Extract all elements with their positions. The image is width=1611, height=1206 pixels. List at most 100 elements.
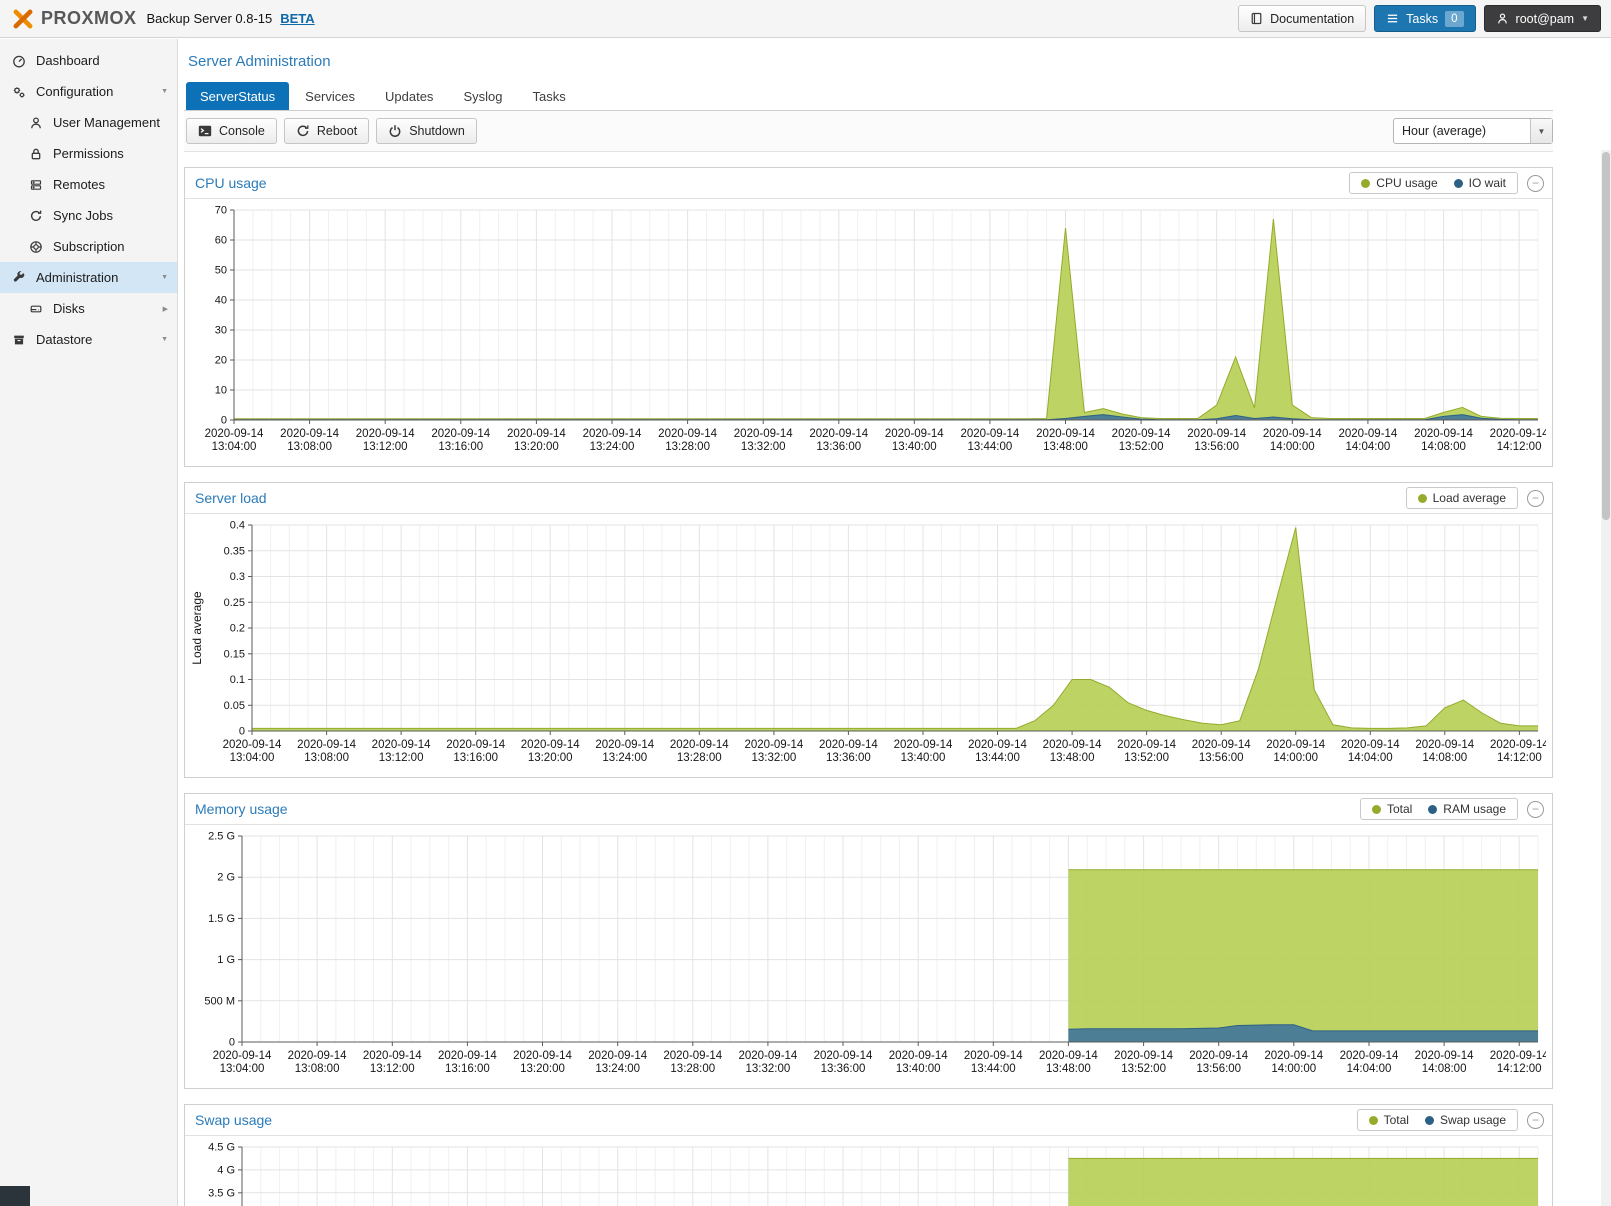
legend-item-load-average[interactable]: Load average xyxy=(1418,491,1506,505)
svg-text:2020-09-14: 2020-09-14 xyxy=(1189,1050,1248,1062)
support-icon xyxy=(28,240,44,254)
legend-item-cpu-usage[interactable]: CPU usage xyxy=(1361,176,1437,190)
svg-text:1 G: 1 G xyxy=(217,954,235,966)
legend-label: Swap usage xyxy=(1440,1113,1506,1127)
combo-trigger[interactable]: ▼ xyxy=(1530,119,1552,143)
sidebar-item-permissions[interactable]: Permissions xyxy=(0,138,177,169)
svg-text:14:00:00: 14:00:00 xyxy=(1271,1063,1316,1075)
panel-title: CPU usage xyxy=(195,175,267,191)
user-menu-button[interactable]: root@pam ▼ xyxy=(1484,5,1601,32)
sidebar-item-disks[interactable]: Disks ▶ xyxy=(0,293,177,324)
svg-text:13:56:00: 13:56:00 xyxy=(1196,1063,1241,1075)
sidebar-item-label: Configuration xyxy=(36,84,113,99)
svg-text:13:32:00: 13:32:00 xyxy=(741,441,786,453)
tab-tasks[interactable]: Tasks xyxy=(518,82,579,110)
legend-item-io-wait[interactable]: IO wait xyxy=(1454,176,1506,190)
sidebar-item-datastore[interactable]: Datastore ▼ xyxy=(0,324,177,355)
server-load-chart: 00.050.10.150.20.250.30.350.42020-09-141… xyxy=(185,514,1552,777)
svg-text:2020-09-14: 2020-09-14 xyxy=(356,428,415,440)
svg-text:13:12:00: 13:12:00 xyxy=(370,1063,415,1075)
sidebar-item-label: User Management xyxy=(53,115,160,130)
svg-text:2020-09-14: 2020-09-14 xyxy=(1039,1050,1098,1062)
svg-text:2020-09-14: 2020-09-14 xyxy=(1187,428,1246,440)
svg-text:13:08:00: 13:08:00 xyxy=(295,1063,340,1075)
svg-text:2020-09-14: 2020-09-14 xyxy=(1415,1050,1474,1062)
sidebar-item-remotes[interactable]: Remotes xyxy=(0,169,177,200)
svg-text:13:56:00: 13:56:00 xyxy=(1199,752,1244,764)
svg-text:13:48:00: 13:48:00 xyxy=(1050,752,1095,764)
reboot-label: Reboot xyxy=(317,124,357,138)
svg-text:0: 0 xyxy=(229,1037,235,1049)
chart-legend: Load average xyxy=(1406,487,1518,509)
svg-text:14:08:00: 14:08:00 xyxy=(1422,752,1467,764)
svg-text:0: 0 xyxy=(221,415,227,427)
collapse-icon[interactable]: − xyxy=(1527,801,1544,818)
svg-text:2020-09-14: 2020-09-14 xyxy=(734,428,793,440)
svg-text:14:12:00: 14:12:00 xyxy=(1497,1063,1542,1075)
collapse-icon[interactable]: − xyxy=(1527,1112,1544,1129)
sidebar-item-configuration[interactable]: Configuration ▼ xyxy=(0,76,177,107)
legend-label: IO wait xyxy=(1469,176,1506,190)
wrench-icon xyxy=(11,271,27,285)
svg-text:2020-09-14: 2020-09-14 xyxy=(663,1050,722,1062)
sidebar-item-label: Administration xyxy=(36,270,118,285)
svg-text:2020-09-14: 2020-09-14 xyxy=(595,739,654,751)
legend-item-swap-usage[interactable]: Swap usage xyxy=(1425,1113,1506,1127)
console-button[interactable]: Console xyxy=(186,118,277,144)
svg-text:2020-09-14: 2020-09-14 xyxy=(372,739,431,751)
reboot-button[interactable]: Reboot xyxy=(284,118,369,144)
legend-item-ram-usage[interactable]: RAM usage xyxy=(1428,802,1506,816)
svg-text:2020-09-14: 2020-09-14 xyxy=(583,428,642,440)
svg-text:2020-09-14: 2020-09-14 xyxy=(814,1050,873,1062)
tab-updates[interactable]: Updates xyxy=(371,82,447,110)
svg-text:13:52:00: 13:52:00 xyxy=(1124,752,1169,764)
vertical-scrollbar[interactable] xyxy=(1601,150,1611,1206)
tab-serverstatus[interactable]: ServerStatus xyxy=(186,82,289,110)
swap-usage-chart: 0500 M1 G1.5 G2 G2.5 G3 G3.5 G4 G4.5 G20… xyxy=(185,1136,1552,1206)
svg-text:2020-09-14: 2020-09-14 xyxy=(1036,428,1095,440)
tasks-count-badge: 0 xyxy=(1445,11,1463,27)
svg-text:13:16:00: 13:16:00 xyxy=(445,1063,490,1075)
svg-text:0.25: 0.25 xyxy=(224,597,245,609)
documentation-button[interactable]: Documentation xyxy=(1238,5,1366,32)
legend-item-total[interactable]: Total xyxy=(1372,802,1412,816)
sidebar-item-subscription[interactable]: Subscription xyxy=(0,231,177,262)
svg-text:2.5 G: 2.5 G xyxy=(208,831,235,843)
shutdown-button[interactable]: Shutdown xyxy=(376,118,477,144)
panel-title: Memory usage xyxy=(195,801,288,817)
sidebar-item-user-management[interactable]: User Management xyxy=(0,107,177,138)
svg-text:500 M: 500 M xyxy=(204,995,235,1007)
proxmox-x-icon xyxy=(12,8,34,30)
legend-label: RAM usage xyxy=(1443,802,1506,816)
svg-text:13:24:00: 13:24:00 xyxy=(590,441,635,453)
sidebar-item-dashboard[interactable]: Dashboard xyxy=(0,45,177,76)
collapse-icon[interactable]: − xyxy=(1527,175,1544,192)
svg-text:14:04:00: 14:04:00 xyxy=(1346,441,1391,453)
tab-services[interactable]: Services xyxy=(291,82,369,110)
legend-item-total[interactable]: Total xyxy=(1369,1113,1409,1127)
collapse-icon[interactable]: − xyxy=(1527,490,1544,507)
user-icon xyxy=(28,116,44,130)
sidebar-item-administration[interactable]: Administration ▼ xyxy=(0,262,177,293)
beta-link[interactable]: BETA xyxy=(280,11,314,26)
sidebar-item-sync-jobs[interactable]: Sync Jobs xyxy=(0,200,177,231)
sidebar-item-label: Subscription xyxy=(53,239,125,254)
chevron-down-icon: ▼ xyxy=(161,88,168,95)
legend-dot xyxy=(1372,805,1381,814)
svg-text:2020-09-14: 2020-09-14 xyxy=(670,739,729,751)
scrollbar-thumb[interactable] xyxy=(1602,152,1610,520)
dashboard-icon xyxy=(11,54,27,68)
svg-text:10: 10 xyxy=(215,385,227,397)
interval-value: Hour (average) xyxy=(1394,119,1530,143)
tab-syslog[interactable]: Syslog xyxy=(449,82,516,110)
svg-text:2020-09-14: 2020-09-14 xyxy=(507,428,566,440)
tasks-button[interactable]: Tasks 0 xyxy=(1374,5,1475,32)
svg-text:13:04:00: 13:04:00 xyxy=(230,752,275,764)
reboot-icon xyxy=(296,124,310,138)
interval-combobox[interactable]: Hour (average) ▼ xyxy=(1393,118,1553,144)
chevron-down-icon: ▼ xyxy=(161,336,168,343)
svg-text:13:56:00: 13:56:00 xyxy=(1194,441,1239,453)
svg-text:2020-09-14: 2020-09-14 xyxy=(885,428,944,440)
svg-text:2020-09-14: 2020-09-14 xyxy=(513,1050,572,1062)
panel-header: Swap usage Total Swap usage − xyxy=(185,1105,1552,1136)
